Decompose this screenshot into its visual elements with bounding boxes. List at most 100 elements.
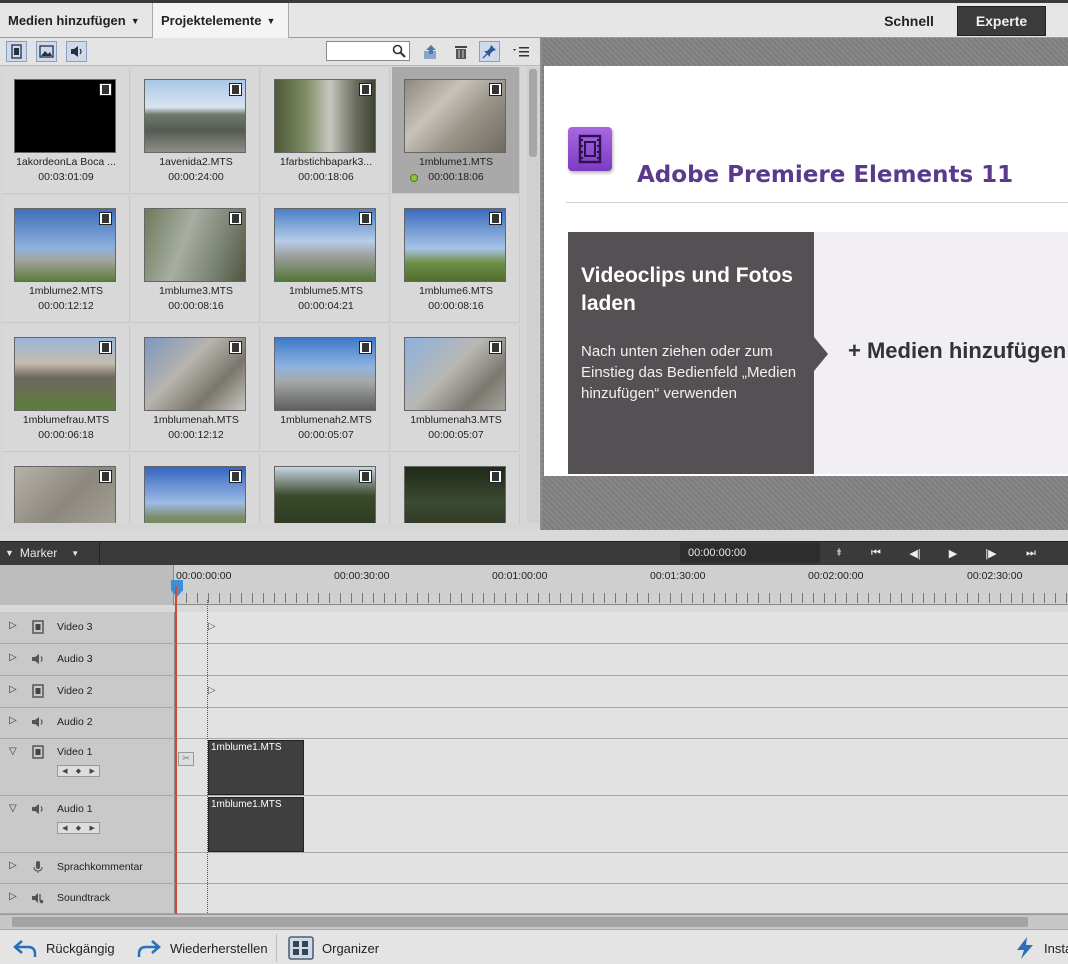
asset-tile[interactable]: 1mblumenah2.MTS 00:00:05:07 <box>262 325 390 452</box>
asset-thumbnail <box>144 337 246 411</box>
time-ruler[interactable]: 00:00:00:00 00:00:30:00 00:01:00:00 00:0… <box>0 565 1068 605</box>
track-video-2[interactable]: ▷ Video 2 ▷ <box>0 676 1068 708</box>
track-name: Sprachkommentar <box>57 861 143 873</box>
expand-icon[interactable]: ▷ <box>9 715 17 726</box>
asset-duration: 00:00:05:07 <box>298 429 354 441</box>
track-header: ▽ Audio 1 ◀ ◆ ▶ <box>0 796 175 852</box>
track-audio-1[interactable]: ▽ Audio 1 ◀ ◆ ▶ 1mblume1.MTS <box>0 796 1068 853</box>
asset-tile[interactable]: 1mblumenah.MTS 00:00:12:12 <box>132 325 260 452</box>
asset-thumbnail <box>144 79 246 153</box>
search-input[interactable] <box>326 41 410 61</box>
project-assets-menu[interactable]: Projektelemente ▼ <box>153 3 289 38</box>
audio-filter-icon[interactable] <box>66 41 87 62</box>
keyframe-navigator[interactable]: ◀ ◆ ▶ <box>57 765 100 777</box>
track-video-1[interactable]: ▽ Video 1 ◀ ◆ ▶ ✂ 1mblume1.MTS <box>0 739 1068 796</box>
asset-thumbnail <box>14 466 116 523</box>
pin-icon[interactable] <box>479 41 500 62</box>
play-icon[interactable]: ▶ <box>936 544 970 563</box>
scissors-icon[interactable]: ✂ <box>178 752 194 766</box>
film-strip-icon <box>99 341 112 354</box>
video-filter-icon[interactable] <box>6 41 27 62</box>
asset-tile[interactable]: 1mblume3.MTS 00:00:08:16 <box>132 196 260 323</box>
asset-thumbnail <box>404 79 506 153</box>
asset-tile[interactable]: 1mblume5.MTS 00:00:04:21 <box>262 196 390 323</box>
skip-forward-icon[interactable]: ⏭ <box>1014 544 1048 563</box>
asset-name: 1mblumefrau.MTS <box>22 414 110 426</box>
organizer-button[interactable]: Organizer <box>288 934 379 962</box>
expand-icon[interactable]: ▷ <box>9 620 17 631</box>
panel-menu-icon[interactable] <box>511 42 531 62</box>
film-icon <box>32 684 44 698</box>
add-media-link[interactable]: + Medien hinzufügen <box>848 338 1066 364</box>
track-header: ▷ Audio 3 <box>0 644 175 675</box>
track-audio-3[interactable]: ▷ Audio 3 <box>0 644 1068 676</box>
timeline-clip[interactable]: 1mblume1.MTS <box>208 797 304 852</box>
ruler-label: 00:01:30:00 <box>650 570 706 582</box>
film-strip-icon <box>229 470 242 483</box>
track-start-icon: ▷ <box>208 621 216 632</box>
track-audio-2[interactable]: ▷ Audio 2 <box>0 708 1068 739</box>
asset-tile[interactable]: 1akordeonLa Boca ... 00:03:01:09 <box>2 67 130 194</box>
asset-name: 1farbstichbapark3... <box>279 156 373 168</box>
chevron-down-icon: ▼ <box>71 548 80 558</box>
asset-thumbnail <box>404 337 506 411</box>
asset-tile[interactable] <box>132 454 260 523</box>
undo-button[interactable]: Rückgängig <box>12 934 115 962</box>
track-soundtrack[interactable]: ▷ Soundtrack <box>0 884 1068 914</box>
track-header: ▷ Sprachkommentar <box>0 853 175 883</box>
asset-duration: 00:00:18:06 <box>298 171 354 183</box>
film-strip-icon <box>99 83 112 96</box>
asset-tile[interactable] <box>262 454 390 523</box>
asset-duration: 00:00:05:07 <box>428 429 484 441</box>
timeline-clip[interactable]: 1mblume1.MTS <box>208 740 304 795</box>
track-video-3[interactable]: ▷ Video 3 ▷ <box>0 612 1068 644</box>
track-name: Video 1 <box>57 746 93 758</box>
asset-thumbnail <box>14 208 116 282</box>
film-strip-icon <box>99 470 112 483</box>
asset-tile[interactable] <box>2 454 130 523</box>
goto-in-icon[interactable]: ⯒ <box>822 544 856 563</box>
asset-tile[interactable] <box>392 454 520 523</box>
quick-mode-button[interactable]: Schnell <box>870 8 948 34</box>
marker-dropdown[interactable]: ▼ Marker ▼ <box>0 542 100 564</box>
expand-icon[interactable]: ▷ <box>9 891 17 902</box>
redo-button[interactable]: Wiederherstellen <box>136 934 268 962</box>
add-media-menu[interactable]: Medien hinzufügen ▼ <box>0 3 153 38</box>
step-forward-icon[interactable]: |▶ <box>974 544 1008 563</box>
instant-movie-button[interactable]: Insta <box>1014 934 1068 962</box>
collapse-icon[interactable]: ▽ <box>9 746 17 757</box>
film-strip-icon <box>229 341 242 354</box>
export-icon[interactable] <box>421 42 441 62</box>
asset-tile[interactable]: 1mblume6.MTS 00:00:08:16 <box>392 196 520 323</box>
scroll-thumb[interactable] <box>12 917 1028 927</box>
lightning-icon <box>1017 937 1033 959</box>
skip-back-icon[interactable]: ⏮ <box>859 544 893 563</box>
ruler-label: 00:00:30:00 <box>334 570 390 582</box>
horizontal-scrollbar[interactable] <box>0 914 1068 929</box>
photo-filter-icon[interactable] <box>36 41 57 62</box>
asset-tile[interactable]: 1avenida2.MTS 00:00:24:00 <box>132 67 260 194</box>
timecode-display[interactable]: 00:00:00:00 <box>680 543 820 563</box>
step-back-icon[interactable]: ◀| <box>898 544 932 563</box>
collapse-icon[interactable]: ▽ <box>9 803 17 814</box>
expand-icon[interactable]: ▷ <box>9 652 17 663</box>
asset-tile[interactable]: 1mblume2.MTS 00:00:12:12 <box>2 196 130 323</box>
asset-tile[interactable]: 1farbstichbapark3... 00:00:18:06 <box>262 67 390 194</box>
asset-tile[interactable]: 1mblume1.MTS 00:00:18:06 <box>392 67 520 194</box>
scroll-thumb[interactable] <box>529 69 537 157</box>
keyframe-navigator[interactable]: ◀ ◆ ▶ <box>57 822 100 834</box>
search-icon[interactable] <box>392 44 406 58</box>
premiere-elements-logo-icon <box>568 127 612 171</box>
track-narration[interactable]: ▷ Sprachkommentar <box>0 853 1068 884</box>
asset-name: 1mblume3.MTS <box>158 285 234 297</box>
expand-icon[interactable]: ▷ <box>9 860 17 871</box>
expand-icon[interactable]: ▷ <box>9 684 17 695</box>
asset-tile[interactable]: 1mblumefrau.MTS 00:00:06:18 <box>2 325 130 452</box>
vertical-scrollbar[interactable] <box>527 67 539 523</box>
speaker-icon <box>32 804 43 814</box>
asset-name: 1mblumenah.MTS <box>153 414 239 426</box>
asset-tile[interactable]: 1mblumenah3.MTS 00:00:05:07 <box>392 325 520 452</box>
expert-mode-button[interactable]: Experte <box>957 6 1046 36</box>
asset-duration: 00:00:24:00 <box>168 171 224 183</box>
trash-icon[interactable] <box>451 42 471 62</box>
